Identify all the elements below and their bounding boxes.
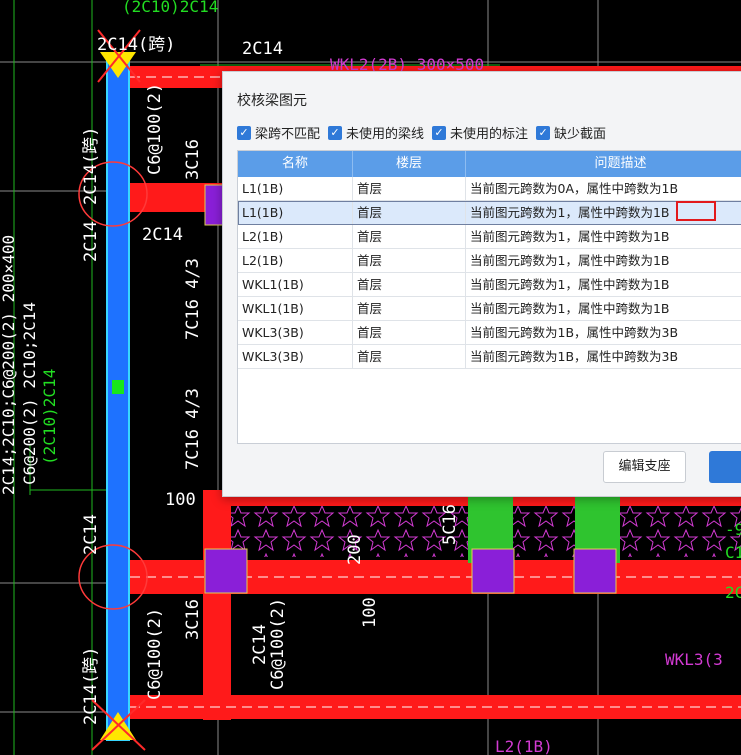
table-row[interactable]: WKL1(1B) 首层 当前图元跨数为1，属性中跨数为1B	[238, 273, 741, 297]
cell-name: WKL3(3B)	[238, 345, 353, 368]
edit-support-button[interactable]: 编辑支座	[603, 451, 686, 483]
annotation-highlight-box	[676, 201, 716, 221]
cad-label-5c16: 5C16	[440, 504, 460, 545]
primary-action-button[interactable]	[709, 451, 741, 483]
column-header-description[interactable]: 问题描述	[466, 151, 741, 177]
table-row-selected[interactable]: L1(1B) 首层 当前图元跨数为1，属性中跨数为1B	[238, 201, 741, 225]
cad-label-right-frag-2: C1	[725, 543, 741, 562]
cad-label-100-lower: 100	[360, 597, 380, 628]
dialog-title: 校核梁图元	[237, 93, 307, 109]
cell-description: 当前图元跨数为1，属性中跨数为1B	[466, 273, 741, 296]
table-row[interactable]: L1(1B) 首层 当前图元跨数为0A，属性中跨数为1B	[238, 177, 741, 201]
cell-name: L1(1B)	[238, 177, 353, 200]
checkbox-checked-icon[interactable]: ✓	[536, 125, 551, 140]
cad-label-top-2c14-kua: 2C14(跨)	[97, 35, 175, 55]
cad-label-7c16-upper: 7C16 4/3	[183, 258, 203, 340]
cad-label-2c14-v: 2C14	[81, 221, 101, 262]
filter-label: 未使用的标注	[450, 127, 529, 142]
filter-missing-section[interactable]: ✓ 缺少截面	[536, 123, 606, 142]
column-header-floor[interactable]: 楼层	[353, 151, 466, 177]
cad-label-wkl3-right: WKL3(3	[665, 650, 723, 669]
cad-label-2c14-upper-col: 2C14(跨)	[81, 127, 101, 205]
cell-name: L1(1B)	[238, 201, 353, 224]
checkbox-checked-icon[interactable]: ✓	[328, 125, 343, 140]
cad-label-c6-lower: C6@100(2)	[145, 608, 165, 700]
cad-label-top-cut: (2C10)2C14	[122, 0, 218, 16]
cell-description: 当前图元跨数为1，属性中跨数为1B	[466, 225, 741, 248]
cell-description: 当前图元跨数为1，属性中跨数为1B	[466, 249, 741, 272]
cell-name: WKL1(1B)	[238, 297, 353, 320]
table-row[interactable]: WKL3(3B) 首层 当前图元跨数为1B，属性中跨数为3B	[238, 345, 741, 369]
check-beam-dialog: 校核梁图元 ✓ 梁跨不匹配 ✓ 未使用的梁线 ✓ 未使用的标注 ✓ 缺少截面 名…	[222, 71, 741, 497]
table-row[interactable]: L2(1B) 首层 当前图元跨数为1，属性中跨数为1B	[238, 249, 741, 273]
cell-description: 当前图元跨数为1B，属性中跨数为3B	[466, 321, 741, 344]
cad-label-bottom-l2: L2(1B)	[495, 737, 553, 755]
cad-label-2c14-lower-mid: 2C14	[250, 624, 270, 665]
cell-description: 当前图元跨数为0A，属性中跨数为1B	[466, 177, 741, 200]
filter-label: 未使用的梁线	[346, 127, 425, 142]
filter-unused-beam-line[interactable]: ✓ 未使用的梁线	[328, 123, 424, 142]
cad-label-right-frag-3: 2C	[725, 583, 741, 602]
filter-span-mismatch[interactable]: ✓ 梁跨不匹配	[237, 123, 320, 142]
cell-floor: 首层	[353, 249, 466, 272]
issue-table: 名称 楼层 问题描述 L1(1B) 首层 当前图元跨数为0A，属性中跨数为1B …	[237, 150, 741, 444]
table-row[interactable]: L2(1B) 首层 当前图元跨数为1，属性中跨数为1B	[238, 225, 741, 249]
cad-label-7c16-lower: 7C16 4/3	[183, 388, 203, 470]
cad-label-200: 200	[345, 534, 365, 565]
cad-label-2c14-lower: 2C14	[81, 514, 101, 555]
table-row[interactable]: WKL1(1B) 首层 当前图元跨数为1，属性中跨数为1B	[238, 297, 741, 321]
cad-label-c6-upper: C6@100(2)	[145, 83, 165, 175]
cad-label-top-2c14: 2C14	[242, 39, 283, 59]
cell-floor: 首层	[353, 321, 466, 344]
cad-label-3c16-upper: 3C16	[183, 139, 203, 180]
cad-label-c6-lower-mid: C6@100(2)	[268, 598, 288, 690]
filter-unused-annotation[interactable]: ✓ 未使用的标注	[432, 123, 528, 142]
cell-floor: 首层	[353, 201, 466, 224]
cell-floor: 首层	[353, 177, 466, 200]
cad-label-left-big-3: (2C10)2C14	[40, 369, 59, 465]
table-row[interactable]: WKL3(3B) 首层 当前图元跨数为1B，属性中跨数为3B	[238, 321, 741, 345]
cell-floor: 首层	[353, 297, 466, 320]
table-header: 名称 楼层 问题描述	[238, 151, 741, 177]
cell-floor: 首层	[353, 273, 466, 296]
cell-name: L2(1B)	[238, 225, 353, 248]
cad-label-left-big-1: 2C14;2C10;C6@200(2) 200×400	[0, 235, 18, 495]
cell-description: 当前图元跨数为1，属性中跨数为1B	[466, 297, 741, 320]
cad-label-3c16-lower: 3C16	[183, 599, 203, 640]
cell-description: 当前图元跨数为1B，属性中跨数为3B	[466, 345, 741, 368]
cad-label-2c14-bottom-col: 2C14(跨)	[81, 647, 101, 725]
cell-name: WKL3(3B)	[238, 321, 353, 344]
cell-floor: 首层	[353, 225, 466, 248]
cell-name: L2(1B)	[238, 249, 353, 272]
checkbox-checked-icon[interactable]: ✓	[432, 125, 447, 140]
column-header-name[interactable]: 名称	[238, 151, 353, 177]
checkbox-checked-icon[interactable]: ✓	[237, 125, 251, 140]
filter-label: 梁跨不匹配	[255, 127, 321, 142]
cell-floor: 首层	[353, 345, 466, 368]
cad-label-right-frag-1: -9	[725, 520, 741, 539]
cad-label-left-big-2: C6@200(2) 2C10;2C14	[20, 302, 39, 485]
cad-label-mid-2c14-h: 2C14	[142, 225, 183, 245]
cell-name: WKL1(1B)	[238, 273, 353, 296]
filter-bar: ✓ 梁跨不匹配 ✓ 未使用的梁线 ✓ 未使用的标注 ✓ 缺少截面	[237, 123, 606, 142]
cad-label-100-upper: 100	[165, 490, 196, 510]
filter-label: 缺少截面	[554, 127, 607, 142]
